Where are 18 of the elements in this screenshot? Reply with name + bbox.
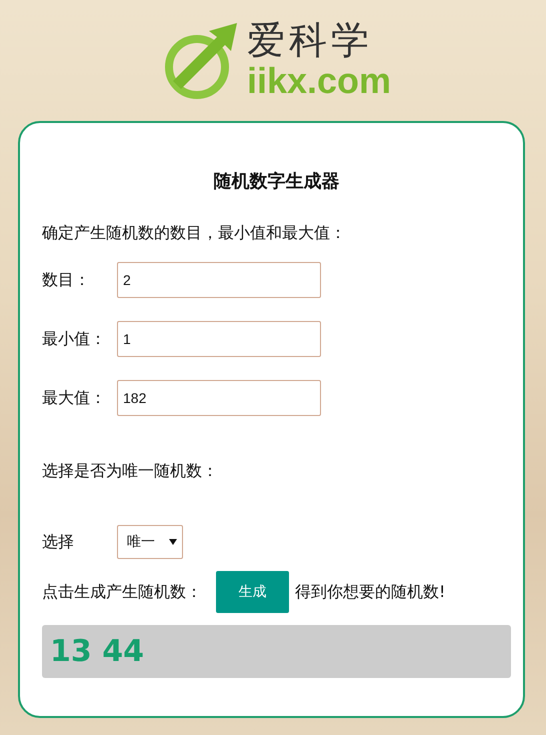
logo-title: 爱科学	[246, 18, 373, 62]
generate-button[interactable]: 生成	[216, 571, 289, 613]
caret-icon	[169, 539, 177, 545]
field-label: 数目：	[42, 270, 91, 290]
field-label: 最小值：	[42, 328, 107, 350]
input-field[interactable]: 2	[117, 262, 321, 298]
field-label: 选择	[42, 532, 75, 552]
instruction-text: 选择是否为唯一随机数：	[42, 460, 219, 482]
instruction-text: 点击生成产生随机数：	[42, 582, 202, 602]
input-field[interactable]: 182	[117, 380, 321, 416]
logo-domain: iikx.com	[246, 62, 392, 100]
instruction-text: 确定产生随机数的数目，最小值和最大值：	[42, 222, 347, 244]
page-heading: 随机数字生成器	[212, 170, 340, 194]
instruction-text: 得到你想要的随机数!	[295, 582, 446, 602]
field-label: 最大值：	[42, 388, 107, 408]
result-display: 13 44	[42, 625, 511, 678]
input-field[interactable]: 1	[117, 321, 321, 357]
select-dropdown[interactable]: 唯一	[117, 525, 183, 559]
